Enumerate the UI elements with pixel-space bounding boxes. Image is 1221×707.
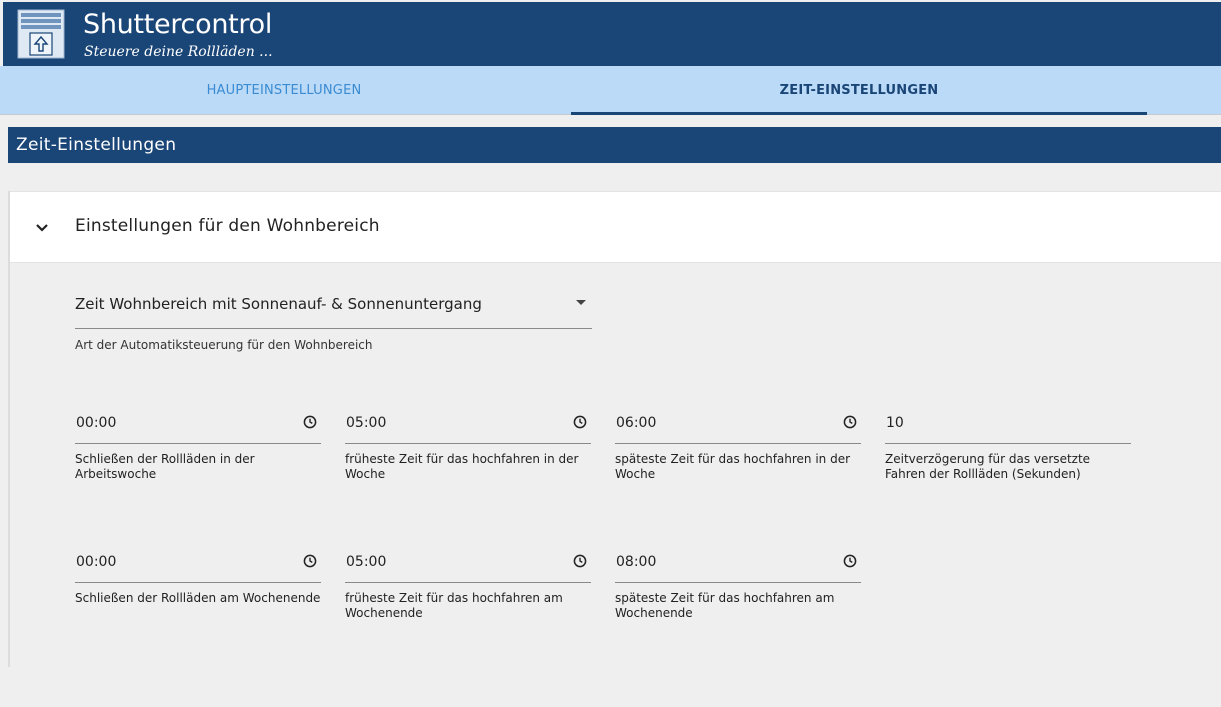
weekend-latest-up-input[interactable]: 08:00: [615, 537, 861, 583]
field-value: 00:00: [76, 415, 117, 431]
delay-seconds-input[interactable]: 10: [885, 398, 1131, 444]
weekend-latest-up-field: 08:00 späteste Zeit für das hochfahren a…: [615, 537, 861, 621]
field-help: früheste Zeit für das hochfahren in der …: [345, 452, 579, 481]
clock-icon[interactable]: [303, 415, 317, 429]
chevron-down-icon[interactable]: [34, 220, 50, 236]
app-title: Shuttercontrol: [83, 9, 273, 40]
app-subtitle: Steuere deine Rollläden ...: [84, 44, 273, 60]
shutter-logo-icon: [17, 9, 65, 59]
weekday-earliest-up-input[interactable]: 05:00: [345, 398, 591, 444]
mode-select-value: Zeit Wohnbereich mit Sonnenauf- & Sonnen…: [75, 295, 482, 313]
section-title: Zeit-Einstellungen: [8, 127, 1221, 163]
field-value: 10: [886, 415, 904, 431]
clock-icon[interactable]: [303, 554, 317, 568]
field-value: 05:00: [346, 415, 387, 431]
clock-icon[interactable]: [573, 554, 587, 568]
field-value: 08:00: [616, 554, 657, 570]
clock-icon[interactable]: [843, 415, 857, 429]
panel-title: Einstellungen für den Wohnbereich: [75, 216, 380, 236]
tab-bar: HAUPTEINSTELLUNGEN ZEIT-EINSTELLUNGEN: [0, 66, 1221, 115]
delay-seconds-field: 10 Zeitverzögerung für das versetzte Fah…: [885, 398, 1131, 482]
field-value: 00:00: [76, 554, 117, 570]
weekend-close-time-input[interactable]: 00:00: [75, 537, 321, 583]
tab-haupteinstellungen[interactable]: HAUPTEINSTELLUNGEN: [0, 66, 568, 114]
weekday-latest-up-field: 06:00 späteste Zeit für das hochfahren i…: [615, 398, 861, 482]
weekend-earliest-up-input[interactable]: 05:00: [345, 537, 591, 583]
field-help: Schließen der Rollläden in der Arbeitswo…: [75, 452, 255, 481]
dropdown-caret-icon[interactable]: [576, 300, 586, 305]
field-help: späteste Zeit für das hochfahren in der …: [615, 452, 851, 481]
app-header: Shuttercontrol Steuere deine Rollläden .…: [3, 2, 1221, 66]
weekday-earliest-up-field: 05:00 früheste Zeit für das hochfahren i…: [345, 398, 591, 482]
settings-panel-wohnbereich: Einstellungen für den Wohnbereich Zeit W…: [8, 191, 1221, 667]
field-help: früheste Zeit für das hochfahren am Woch…: [345, 591, 563, 620]
mode-select[interactable]: Zeit Wohnbereich mit Sonnenauf- & Sonnen…: [75, 289, 592, 329]
tab-zeit-einstellungen[interactable]: ZEIT-EINSTELLUNGEN: [571, 66, 1147, 115]
field-help: Schließen der Rollläden am Wochenende: [75, 591, 321, 605]
clock-icon[interactable]: [573, 415, 587, 429]
weekday-close-time-field: 00:00 Schließen der Rollläden in der Arb…: [75, 398, 321, 482]
panel-header[interactable]: Einstellungen für den Wohnbereich: [10, 191, 1221, 263]
mode-select-help: Art der Automatiksteuerung für den Wohnb…: [75, 338, 373, 352]
weekend-close-time-field: 00:00 Schließen der Rollläden am Wochene…: [75, 537, 321, 606]
field-value: 05:00: [346, 554, 387, 570]
weekend-earliest-up-field: 05:00 früheste Zeit für das hochfahren a…: [345, 537, 591, 621]
field-help: späteste Zeit für das hochfahren am Woch…: [615, 591, 835, 620]
field-value: 06:00: [616, 415, 657, 431]
field-help: Zeitverzögerung für das versetzte Fahren…: [885, 452, 1091, 481]
clock-icon[interactable]: [843, 554, 857, 568]
weekday-latest-up-input[interactable]: 06:00: [615, 398, 861, 444]
weekday-close-time-input[interactable]: 00:00: [75, 398, 321, 444]
